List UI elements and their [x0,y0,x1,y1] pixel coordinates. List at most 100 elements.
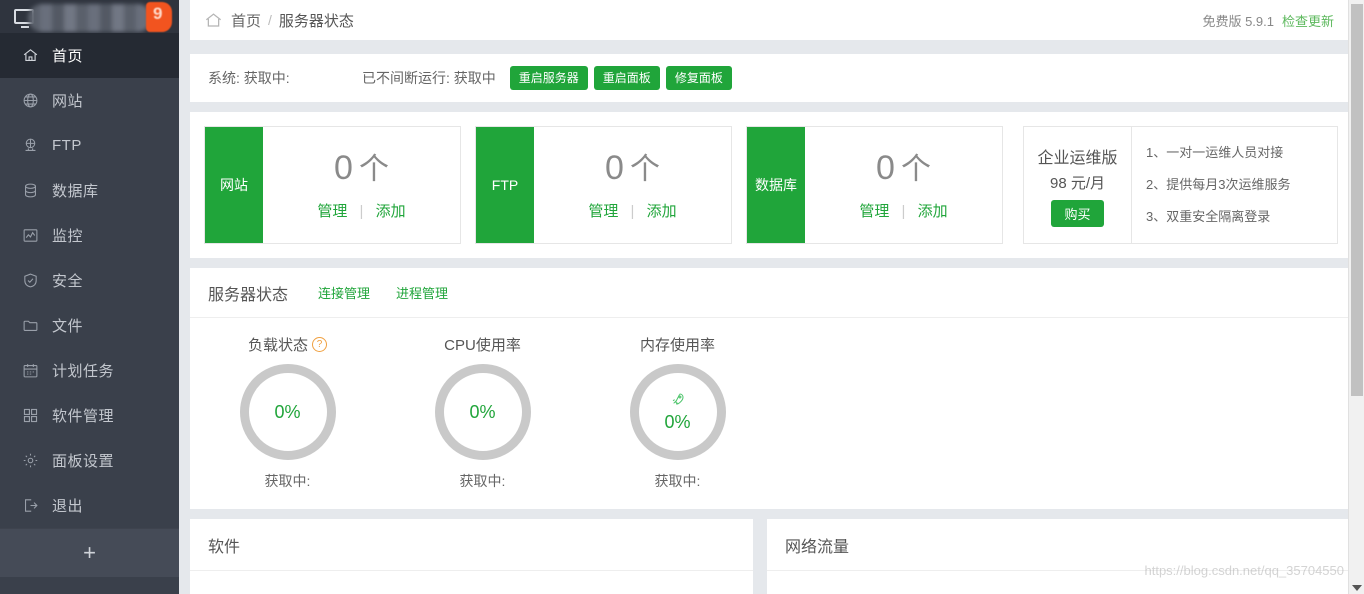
uptime-label: 已不间断运行: 获取中 [362,70,496,86]
promo-feature-item: 3、双重安全隔离登录 [1146,209,1271,224]
panel-title: 软件 [190,519,753,571]
gauge-sublabel: 获取中: [264,473,311,489]
globe-icon [22,92,48,109]
stat-count: 0个 [334,146,389,192]
sidebar-item-website[interactable]: 网站 [0,78,179,123]
stat-count-unit: 个 [629,152,660,186]
scroll-down-arrow-icon[interactable] [1352,585,1362,591]
sidebar-item-label: 安全 [52,272,84,290]
sidebar-item-monitor[interactable]: 监控 [0,213,179,258]
network-traffic-panel: 网络流量 [767,519,1352,594]
rocket-icon[interactable] [670,391,686,411]
home-icon [22,47,48,64]
sidebar-item-cron[interactable]: 计划任务 [0,348,179,393]
main-content: 首页 / 服务器状态 免费版 5.9.1 检查更新 系统: 获取中: 已不间断运… [179,0,1364,594]
stat-count-unit: 个 [358,152,389,186]
gauge-percent: 0% [274,401,301,422]
server-status-panel: 服务器状态 连接管理 进程管理 负载状态 ? 0% 获取中: CPU使用率 0%… [190,268,1352,509]
breadcrumb-current: 服务器状态 [278,12,354,30]
stat-tag-label: 数据库 [747,127,805,243]
sidebar-item-security[interactable]: 安全 [0,258,179,303]
sidebar-item-database[interactable]: 数据库 [0,168,179,213]
sidebar-item-label: FTP [52,136,82,154]
vertical-scrollbar[interactable] [1348,0,1364,594]
manage-link[interactable]: 管理 [859,203,889,220]
sidebar-add-button[interactable]: + [0,527,179,577]
gauge-sublabel: 获取中: [459,473,506,489]
buy-button[interactable]: 购买 [1051,199,1104,227]
sidebar-item-software[interactable]: 软件管理 [0,393,179,438]
gauge-label: 内存使用率 [639,337,715,354]
version-area: 免费版 5.9.1 检查更新 [1202,11,1334,30]
manage-link[interactable]: 管理 [588,203,618,220]
logout-icon [22,497,48,514]
stat-count-unit: 个 [900,152,931,186]
add-link[interactable]: 添加 [647,203,677,220]
gauges-row: 负载状态 ? 0% 获取中: CPU使用率 0% 获取中: 内存使用率 0% 获… [190,318,1352,509]
sidebar-item-ftp[interactable]: FTP [0,123,179,168]
gauge-ring: 0% [434,364,531,460]
panel-title: 服务器状态 [208,286,289,304]
notification-badge-count: 9 [153,4,163,23]
add-link[interactable]: 添加 [376,203,406,220]
stat-card-ftp: FTP 0个 管理 | 添加 [475,126,732,244]
sidebar-item-home[interactable]: 首页 [0,32,179,78]
help-icon[interactable]: ? [312,337,327,352]
promo-feature-item: 1、一对一运维人员对接 [1146,145,1284,160]
restart-server-button[interactable]: 重启服务器 [509,66,588,90]
database-icon [22,182,48,199]
sidebar-item-label: 面板设置 [52,452,115,470]
sidebar-item-label: 文件 [52,317,84,335]
grid-icon [22,407,48,424]
folder-icon [22,317,48,334]
tab-connection-manage[interactable]: 连接管理 [318,283,370,302]
gauge-label: CPU使用率 [444,337,521,354]
promo-features: 1、一对一运维人员对接 2、提供每月3次运维服务 3、双重安全隔离登录 [1132,127,1337,243]
manage-link[interactable]: 管理 [317,203,347,220]
system-status-bar: 系统: 获取中: 已不间断运行: 获取中 重启服务器 重启面板 修复面板 [190,54,1352,102]
sidebar-item-logout[interactable]: 退出 [0,483,179,528]
stat-tag-label: FTP [476,127,534,243]
stat-count: 0个 [605,146,660,192]
tab-process-manage[interactable]: 进程管理 [396,283,448,302]
gauge-cpu: CPU使用率 0% 获取中: [385,334,580,491]
sidebar-footer [0,576,179,594]
monitor-chart-icon [22,227,48,244]
network-traffic-panel-body [767,571,1352,594]
system-actions: 重启服务器 重启面板 修复面板 [509,66,732,90]
scrollbar-thumb[interactable] [1351,4,1363,396]
stat-body: 0个 管理 | 添加 [534,127,731,243]
gauge-label-row: 内存使用率 [580,334,775,355]
sidebar-nav: 首页 网站 FTP 数据库 监控 安全 文件 计划任务 软件管理 面板设置 退出 [0,32,179,528]
gauge-label-row: CPU使用率 [385,334,580,355]
repair-panel-button[interactable]: 修复面板 [665,66,732,90]
sidebar-item-settings[interactable]: 面板设置 [0,438,179,483]
software-panel-body [190,571,753,594]
promo-feature-item: 2、提供每月3次运维服务 [1146,177,1291,192]
restart-panel-button[interactable]: 重启面板 [593,66,660,90]
breadcrumb-home-label[interactable]: 首页 [231,10,261,31]
gauge-ring: 0% [239,364,336,460]
stat-body: 0个 管理 | 添加 [805,127,1002,243]
sidebar: 9 首页 网站 FTP 数据库 监控 安全 文件 计划任务 软件管理 面板设置 … [0,0,179,594]
sidebar-item-files[interactable]: 文件 [0,303,179,348]
server-status-tabs: 连接管理 进程管理 [318,283,448,302]
home-icon[interactable] [204,11,223,30]
gear-icon [22,452,48,469]
link-separator: | [630,202,635,220]
stat-tag-label: 网站 [205,127,263,243]
stat-body: 0个 管理 | 添加 [263,127,460,243]
sidebar-logo-bar: 9 [0,0,179,33]
gauge-label-row: 负载状态 ? [190,334,385,355]
add-link[interactable]: 添加 [918,203,948,220]
calendar-icon [22,362,48,379]
plus-icon: + [83,539,96,565]
check-update-link[interactable]: 检查更新 [1282,11,1334,30]
stat-links: 管理 | 添加 [588,200,676,221]
sidebar-item-label: 网站 [52,92,84,110]
stat-count-value: 0 [876,148,895,187]
system-label: 系统: 获取中: [208,70,290,86]
breadcrumb: 首页 / 服务器状态 免费版 5.9.1 检查更新 [190,0,1352,40]
notification-badge[interactable]: 9 [146,2,172,32]
gauge-ring: 0% [629,364,726,460]
